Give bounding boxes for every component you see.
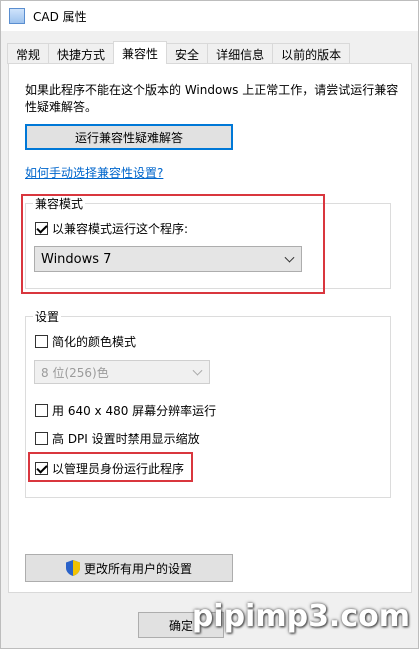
- title-bar: CAD 属性: [1, 1, 418, 31]
- tab-general[interactable]: 常规: [7, 43, 50, 64]
- reduced-color-row[interactable]: 简化的颜色模式: [35, 333, 136, 350]
- reduced-color-label: 简化的颜色模式: [52, 335, 137, 349]
- dpi-scaling-label: 高 DPI 设置时禁用显示缩放: [52, 432, 200, 446]
- tab-shortcut[interactable]: 快捷方式: [48, 43, 115, 64]
- dpi-scaling-checkbox[interactable]: [35, 432, 48, 445]
- properties-window: CAD 属性 常规 快捷方式 兼容性 安全 详细信息 以前的版本 如果此程序不能…: [0, 0, 419, 649]
- manual-settings-link[interactable]: 如何手动选择兼容性设置?: [25, 164, 163, 181]
- app-icon: [9, 8, 25, 24]
- tab-security[interactable]: 安全: [166, 43, 209, 64]
- intro-text: 如果此程序不能在这个版本的 Windows 上正常工作，请尝试运行兼容性疑难解答…: [25, 83, 399, 114]
- dpi-scaling-row[interactable]: 高 DPI 设置时禁用显示缩放: [35, 430, 200, 447]
- res-640-checkbox[interactable]: [35, 404, 48, 417]
- reduced-color-checkbox[interactable]: [35, 335, 48, 348]
- chevron-down-icon: [192, 365, 203, 376]
- window-title: CAD 属性: [33, 9, 87, 24]
- tab-compatibility[interactable]: 兼容性: [113, 41, 168, 64]
- troubleshoot-button[interactable]: 运行兼容性疑难解答: [25, 124, 233, 150]
- color-depth-value: 8 位(256)色: [41, 365, 109, 380]
- compatibility-panel: 如果此程序不能在这个版本的 Windows 上正常工作，请尝试运行兼容性疑难解答…: [8, 63, 412, 593]
- change-all-users-label: 更改所有用户的设置: [83, 561, 192, 576]
- change-all-users-button[interactable]: 更改所有用户的设置: [25, 554, 233, 582]
- tab-previous-versions[interactable]: 以前的版本: [272, 43, 351, 64]
- color-depth-select[interactable]: 8 位(256)色: [34, 360, 210, 384]
- settings-group-title: 设置: [33, 308, 62, 325]
- highlight-box-compat: [21, 194, 325, 294]
- res-640-label: 用 640 x 480 屏幕分辨率运行: [52, 404, 217, 418]
- watermark: pipimp3.com: [191, 599, 410, 634]
- uac-shield-icon: [65, 560, 80, 576]
- highlight-box-admin: [28, 452, 193, 482]
- res-640-row[interactable]: 用 640 x 480 屏幕分辨率运行: [35, 402, 216, 419]
- tab-details[interactable]: 详细信息: [207, 43, 274, 64]
- tab-bar: 常规 快捷方式 兼容性 安全 详细信息 以前的版本: [7, 41, 351, 64]
